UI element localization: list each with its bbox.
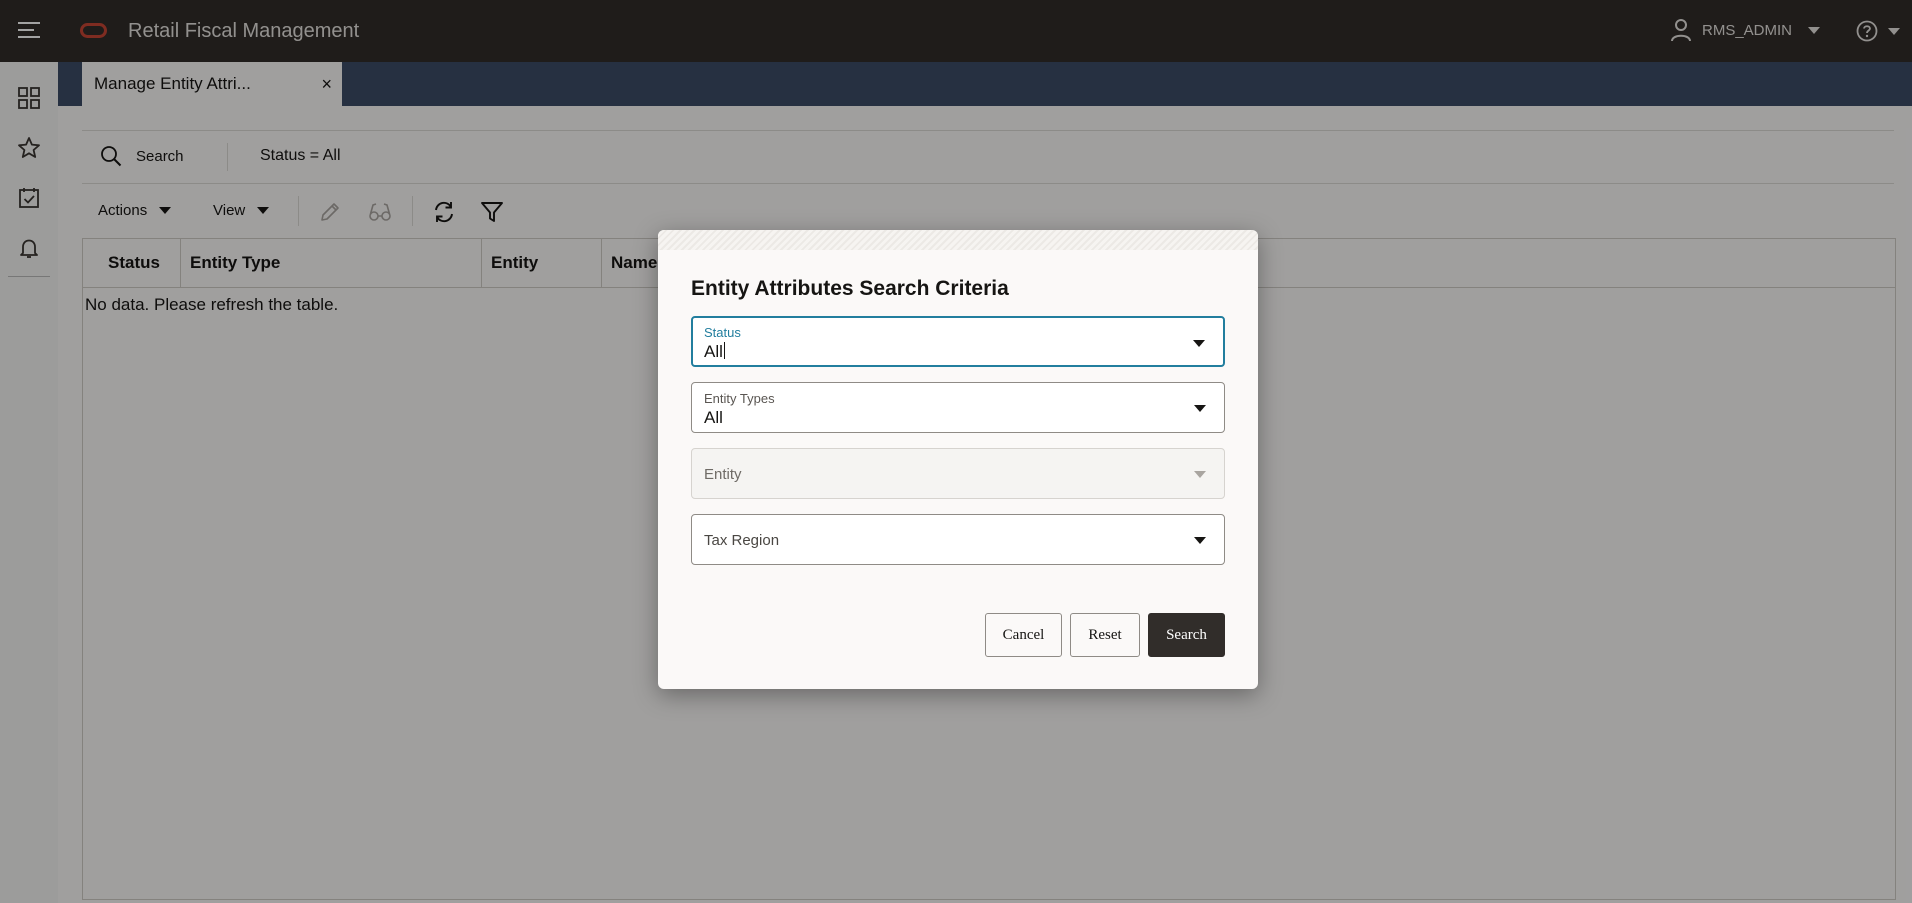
chevron-down-icon[interactable]: [1194, 537, 1206, 544]
status-label: Status: [704, 325, 741, 340]
entity-types-select[interactable]: Entity Types All: [691, 382, 1225, 433]
entity-types-label: Entity Types: [704, 391, 775, 406]
status-select[interactable]: Status All: [691, 316, 1225, 367]
status-value: All: [704, 342, 725, 361]
cancel-button[interactable]: Cancel: [985, 613, 1062, 657]
entity-select: Entity: [691, 448, 1225, 499]
chevron-down-icon[interactable]: [1194, 405, 1206, 412]
reset-button[interactable]: Reset: [1070, 613, 1140, 657]
tax-region-select[interactable]: Tax Region: [691, 514, 1225, 565]
dialog-drag-handle[interactable]: [658, 230, 1258, 250]
entity-label: Entity: [704, 466, 742, 483]
dialog-title: Entity Attributes Search Criteria: [691, 277, 1009, 300]
search-criteria-dialog: Entity Attributes Search Criteria Status…: [658, 230, 1258, 689]
tax-region-label: Tax Region: [704, 532, 780, 549]
entity-types-value: All: [704, 408, 723, 427]
chevron-down-icon[interactable]: [1193, 340, 1205, 347]
search-submit-button[interactable]: Search: [1148, 613, 1225, 657]
chevron-down-icon: [1194, 471, 1206, 478]
